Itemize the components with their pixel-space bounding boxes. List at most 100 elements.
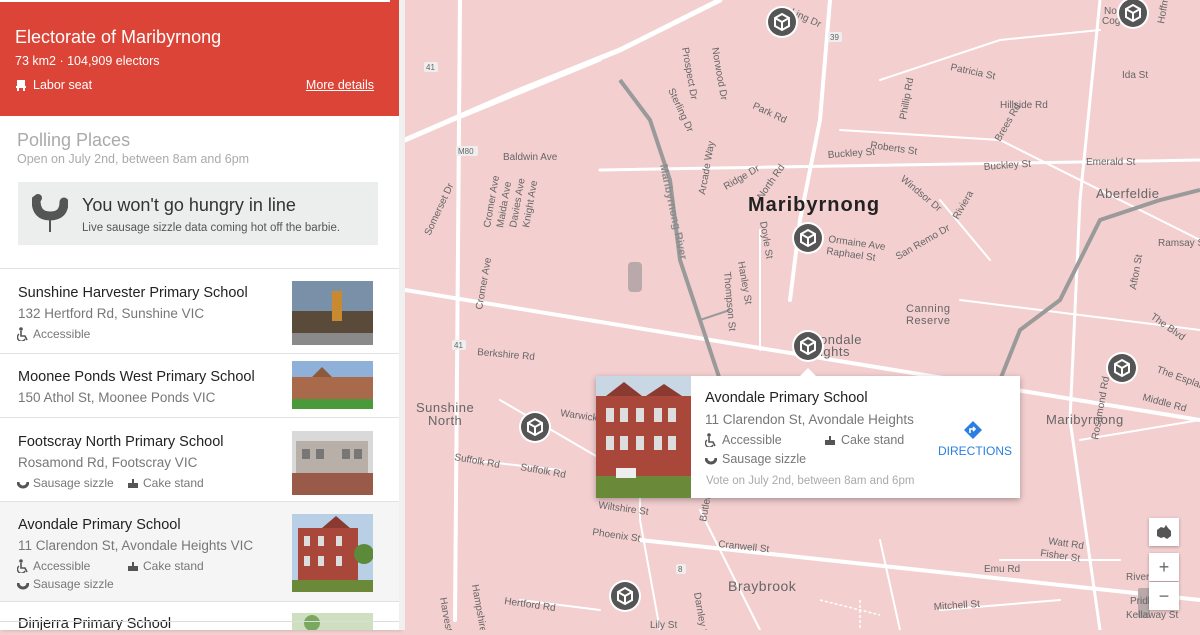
popup-accessible: Accessible (705, 433, 782, 447)
promo-subtitle: Live sausage sizzle data coming hot off … (82, 222, 341, 234)
polling-pin[interactable] (518, 410, 552, 444)
place-name: Dinjerra Primary School (18, 616, 172, 630)
place-address: 11 Clarendon St, Avondale Heights VIC (18, 538, 254, 553)
svg-text:8: 8 (678, 565, 683, 574)
feature-label: Accessible (33, 559, 91, 573)
sidebar-scrollbar[interactable] (399, 0, 405, 630)
popup-sizzle-label: Sausage sizzle (722, 452, 807, 466)
cake-icon (128, 479, 138, 488)
more-details-link[interactable]: More details (306, 78, 374, 92)
place-address: Rosamond Rd, Footscray VIC (18, 455, 198, 470)
sidebar: Electorate of Maribyrnong 73 km2 · 104,9… (0, 0, 400, 630)
sausage-promo[interactable]: You won't go hungry in line Live sausage… (18, 182, 378, 245)
list-item[interactable]: Sunshine Harvester Primary School 132 He… (0, 268, 400, 353)
cake-icon (825, 436, 835, 445)
svg-text:Kellaway St: Kellaway St (1126, 610, 1178, 621)
place-feature-cake: Cake stand (127, 559, 204, 573)
place-name: Sunshine Harvester Primary School (18, 285, 248, 301)
svg-text:Ida St: Ida St (1122, 70, 1148, 81)
polling-pin[interactable] (608, 579, 642, 613)
place-address: 150 Athol St, Moonee Ponds VIC (18, 390, 216, 405)
svg-text:Aberfeldie: Aberfeldie (1096, 186, 1160, 201)
wheelchair-icon (17, 327, 28, 341)
popup-cake-label: Cake stand (841, 433, 905, 447)
place-name: Moonee Ponds West Primary School (18, 369, 255, 385)
place-thumbnail (292, 361, 373, 409)
feature-label: Sausage sizzle (33, 577, 114, 591)
sidebar-bottom-divider (0, 621, 400, 622)
promo-title: You won't go hungry in line (82, 195, 296, 215)
place-name: Footscray North Primary School (18, 434, 224, 450)
svg-text:39: 39 (830, 33, 839, 42)
wheelchair-icon (705, 433, 716, 447)
place-feature-accessible: Accessible (17, 327, 90, 341)
plus-icon: + (1158, 556, 1170, 577)
svg-text:Maribyrnong: Maribyrnong (1046, 412, 1124, 427)
polling-place-list: Sunshine Harvester Primary School 132 He… (0, 268, 400, 630)
map-svg: 41 41 39 M80 8 Baldwin Ave Patricia St I… (402, 0, 1200, 635)
school-photo (596, 376, 691, 498)
place-thumbnail (292, 281, 373, 345)
svg-text:41: 41 (454, 341, 463, 350)
popup-cake: Cake stand (824, 433, 904, 447)
svg-text:Canning: Canning (906, 303, 950, 315)
place-feature-cake: Cake stand (127, 476, 204, 490)
feature-label: Accessible (33, 327, 91, 341)
polling-pin-selected[interactable] (791, 329, 825, 363)
directions-label: DIRECTIONS (938, 444, 1013, 458)
wheelchair-icon (17, 559, 28, 573)
electorate-header: Electorate of Maribyrnong 73 km2 · 104,9… (0, 0, 399, 116)
svg-text:Ramsay St: Ramsay St (1158, 238, 1200, 249)
australia-icon (1157, 525, 1171, 539)
polling-pin[interactable] (1116, 0, 1150, 30)
electorate-stats: 73 km2 · 104,909 electors (15, 54, 160, 68)
sausage-icon (32, 194, 68, 232)
place-address: 132 Hertford Rd, Sunshine VIC (18, 306, 205, 321)
svg-text:Emu Rd: Emu Rd (984, 564, 1020, 575)
electorate-map-label: Maribyrnong (748, 194, 880, 216)
seat-label: Labor seat (33, 78, 93, 92)
directions-button[interactable]: DIRECTIONS (938, 420, 1012, 458)
svg-text:41: 41 (426, 63, 435, 72)
polling-pin[interactable] (791, 221, 825, 255)
svg-text:Reserve: Reserve (906, 315, 950, 327)
cake-icon (128, 562, 138, 571)
seat-icon (16, 80, 26, 91)
list-item-selected[interactable]: Avondale Primary School 11 Clarendon St,… (0, 501, 400, 601)
map-canvas[interactable]: 41 41 39 M80 8 Baldwin Ave Patricia St I… (402, 0, 1200, 635)
header-top-strip (0, 0, 390, 2)
seat-info: Labor seat (15, 78, 92, 92)
directions-icon (964, 421, 982, 439)
svg-text:Lily St: Lily St (650, 620, 677, 630)
electorate-title: Electorate of Maribyrnong (15, 27, 222, 47)
place-thumbnail (292, 431, 373, 495)
list-item[interactable]: Dinjerra Primary School (0, 601, 400, 630)
svg-text:Baldwin Ave: Baldwin Ave (503, 152, 558, 163)
popup-accessible-label: Accessible (722, 433, 782, 447)
place-feature-sizzle: Sausage sizzle (17, 476, 114, 490)
minus-icon: − (1158, 585, 1170, 606)
zoom-out-button[interactable]: − (1149, 582, 1179, 610)
feature-label: Sausage sizzle (33, 476, 114, 490)
place-thumbnail (292, 514, 373, 592)
zoom-in-button[interactable]: + (1149, 553, 1179, 581)
polling-places-heading: Polling Places (17, 130, 131, 150)
polling-pin[interactable] (765, 5, 799, 39)
popup-sizzle: Sausage sizzle (705, 452, 806, 466)
svg-text:Emerald St: Emerald St (1086, 157, 1136, 168)
place-name: Avondale Primary School (18, 517, 181, 533)
svg-text:Hillside Rd: Hillside Rd (1000, 100, 1048, 111)
feature-label: Cake stand (143, 476, 204, 490)
polling-pin[interactable] (1105, 351, 1139, 385)
list-item[interactable]: Moonee Ponds West Primary School 150 Ath… (0, 353, 400, 417)
place-popup: Avondale Primary School 11 Clarendon St,… (596, 368, 1020, 498)
popup-vote-time: Vote on July 2nd, between 8am and 6pm (706, 475, 915, 487)
polling-hours: Open on July 2nd, between 8am and 6pm (17, 152, 250, 166)
sausage-icon (17, 481, 29, 489)
popup-address: 11 Clarendon St, Avondale Heights (705, 412, 914, 427)
list-item[interactable]: Footscray North Primary School Rosamond … (0, 417, 400, 501)
australia-view-button[interactable] (1149, 518, 1179, 546)
place-feature-sizzle: Sausage sizzle (17, 577, 114, 591)
feature-label: Cake stand (143, 559, 204, 573)
popup-title: Avondale Primary School (705, 390, 868, 406)
